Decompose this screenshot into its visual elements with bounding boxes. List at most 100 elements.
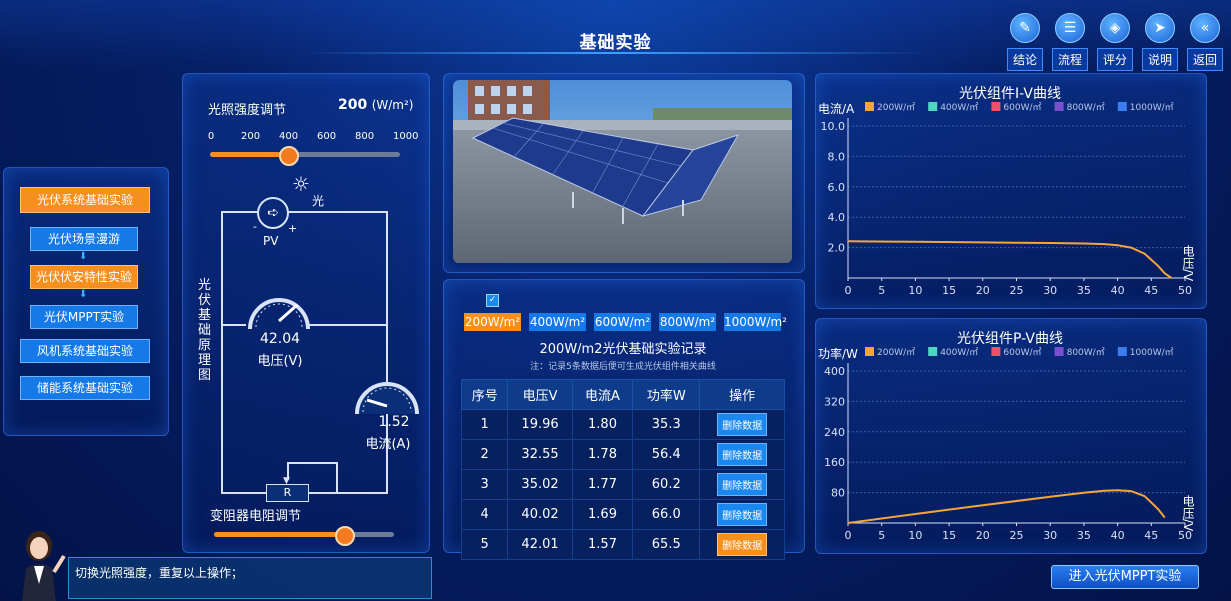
y-tick-label: 8.0 <box>828 150 846 163</box>
legend-label: 200W/㎡ <box>877 347 915 358</box>
assistant-avatar <box>22 531 66 601</box>
table-row: 1 19.96 1.80 35.3 删除数据 <box>460 409 785 440</box>
light-slider-fill <box>210 152 288 157</box>
nav-item-5[interactable]: 储能系统基础实验 <box>20 376 150 400</box>
table-cell: 66.0 <box>632 499 701 530</box>
y-tick-label: 2.0 <box>828 242 846 255</box>
toolbar-button-3[interactable]: ➤ 说明 <box>1142 13 1178 71</box>
chart-x-label: 电压/V <box>1181 245 1195 282</box>
light-tick-label: 400 <box>279 131 299 142</box>
light-intensity-unit: (W/m²) <box>371 98 414 112</box>
table-cell: 1 <box>460 409 509 440</box>
legend-swatch <box>865 347 874 356</box>
y-tick-label: 240 <box>824 426 845 439</box>
legend-swatch <box>1117 347 1127 356</box>
nav-item-0[interactable]: 光伏系统基础实验 <box>20 187 150 213</box>
light-tick-label: 1000 <box>393 131 419 142</box>
delete-row-button[interactable]: 删除数据 <box>717 443 768 466</box>
x-tick-label: 15 <box>942 284 956 297</box>
wire-top-left <box>221 211 258 213</box>
circuit-vertical-label: 光伏基础原理图 <box>198 278 212 383</box>
table-cell: 4 <box>460 499 509 530</box>
table-cell: 32.55 <box>507 439 573 470</box>
nav-item-4[interactable]: 风机系统基础实验 <box>20 339 150 363</box>
delete-row-button[interactable]: 删除数据 <box>717 473 768 496</box>
nav-item-1[interactable]: 光伏场景漫游 <box>30 227 138 251</box>
toolbar-button-4[interactable]: « 返回 <box>1187 13 1223 71</box>
delete-row-button[interactable]: 删除数据 <box>717 413 768 436</box>
toolbar-button-2[interactable]: ◈ 评分 <box>1097 13 1133 71</box>
x-tick-label: 5 <box>878 284 885 297</box>
process-icon: ☰ <box>1055 13 1085 43</box>
legend-label: 200W/㎡ <box>877 102 915 113</box>
chart-title: 光伏组件P-V曲线 <box>957 331 1063 347</box>
x-tick-label: 25 <box>1010 284 1024 297</box>
irradiance-tab-1[interactable]: 400W/m² <box>529 313 586 331</box>
x-tick-label: 0 <box>845 284 852 297</box>
nav-down-arrow-icon: ⬇ <box>79 289 88 300</box>
y-tick-label: 4.0 <box>828 211 846 224</box>
toolbar-button-label: 返回 <box>1187 48 1223 71</box>
delete-row-button[interactable]: 删除数据 <box>717 533 768 556</box>
x-tick-label: 15 <box>942 529 956 542</box>
chart-y-label: 功率/W <box>818 346 858 361</box>
pv-curve-chart: 光伏组件P-V曲线功率/W 200W/㎡ 400W/㎡ 600W/㎡ 800W/㎡ 100… <box>818 331 1195 542</box>
x-tick-label: 45 <box>1144 284 1158 297</box>
light-slider-knob[interactable] <box>279 146 299 166</box>
light-tick-label: 800 <box>355 131 375 142</box>
column-header: 操作 <box>699 379 785 410</box>
irradiance-tab-4[interactable]: 1000W/m² <box>724 313 787 331</box>
column-header: 功率W <box>632 379 701 410</box>
records-table: 序号 电压V 电流A 功率W 操作 1 19.96 1.80 35.3 删除数据 2 32.55 1.… <box>460 379 785 560</box>
table-row: 5 42.01 1.57 65.5 删除数据 <box>460 529 785 560</box>
x-tick-label: 20 <box>976 284 990 297</box>
x-tick-label: 50 <box>1178 284 1192 297</box>
chart-x-label: 电压/V <box>1181 495 1195 532</box>
toolbar-button-1[interactable]: ☰ 流程 <box>1052 13 1088 71</box>
pv-array-scene[interactable] <box>453 80 792 263</box>
chart-title: 光伏组件I-V曲线 <box>959 86 1061 102</box>
irradiance-tab-2[interactable]: 600W/m² <box>594 313 651 331</box>
legend-label: 600W/㎡ <box>1003 102 1041 113</box>
back-icon: « <box>1190 13 1220 43</box>
toolbar-button-0[interactable]: ✎ 结论 <box>1007 13 1043 71</box>
enter-mppt-button[interactable]: 进入光伏MPPT实验 <box>1051 565 1199 589</box>
current-value: 1.52 <box>378 414 410 430</box>
wire-left <box>221 211 223 493</box>
wire-voltmeter-left <box>221 324 246 326</box>
y-tick-label: 320 <box>824 395 845 408</box>
x-tick-label: 45 <box>1144 529 1158 542</box>
rheostat-slider-knob[interactable] <box>334 526 355 546</box>
legend-label: 600W/㎡ <box>1003 347 1041 358</box>
pv-label: PV <box>263 234 279 248</box>
help-icon: ➤ <box>1145 13 1175 43</box>
irradiance-tab-3[interactable]: 800W/m² <box>659 313 716 331</box>
title-underline <box>300 52 930 54</box>
x-tick-label: 40 <box>1111 284 1125 297</box>
legend-label: 1000W/㎡ <box>1130 347 1174 358</box>
x-tick-label: 40 <box>1111 529 1125 542</box>
wire-bottom-left <box>221 492 266 494</box>
nav-down-arrow-icon: ⬇ <box>79 251 88 262</box>
legend-label: 800W/㎡ <box>1067 347 1105 358</box>
legend-label: 800W/㎡ <box>1067 102 1105 113</box>
delete-row-button[interactable]: 删除数据 <box>717 503 768 526</box>
table-cell-action: 删除数据 <box>699 499 785 530</box>
wire-bottom-right <box>308 492 388 494</box>
irradiance-tab-0[interactable]: 200W/m² <box>464 313 521 331</box>
legend-swatch <box>928 347 938 356</box>
nav-item-3[interactable]: 光伏MPPT实验 <box>30 305 138 329</box>
assistant-message: 切换光照强度，重复以上操作； <box>75 566 244 580</box>
table-cell: 1.78 <box>571 439 634 470</box>
conclusion-icon: ✎ <box>1010 13 1040 43</box>
table-cell: 3 <box>460 469 509 500</box>
table-cell: 56.4 <box>632 439 701 470</box>
legend-swatch <box>865 102 874 111</box>
table-cell: 42.01 <box>507 529 573 560</box>
table-cell: 35.3 <box>632 409 701 440</box>
table-cell: 1.80 <box>571 409 634 440</box>
score-icon: ◈ <box>1100 13 1130 43</box>
record-checkbox[interactable]: ✓ <box>486 294 499 307</box>
table-row: 3 35.02 1.77 60.2 删除数据 <box>460 469 785 500</box>
nav-item-2[interactable]: 光伏伏安特性实验 <box>30 265 138 289</box>
